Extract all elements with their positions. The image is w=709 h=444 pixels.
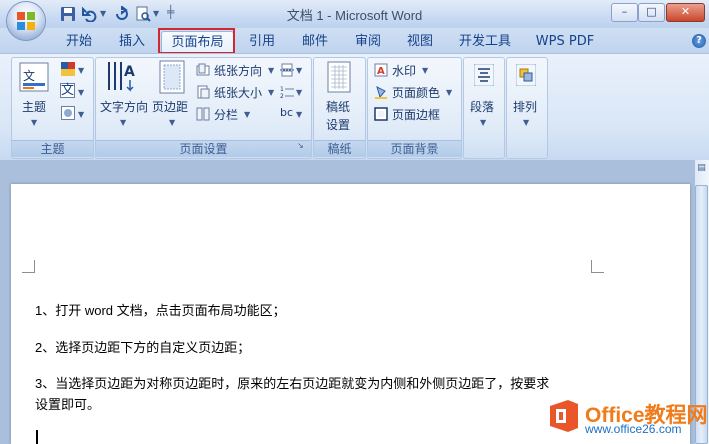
margins-label[interactable]: 页边距: [152, 98, 188, 115]
help-icon[interactable]: ?: [692, 34, 706, 48]
page-setup-group-label: 页面设置: [96, 140, 311, 157]
page-setup-launcher-icon[interactable]: ↘: [297, 141, 304, 150]
columns-label[interactable]: 分栏: [214, 106, 238, 123]
watermark-site-url: www.office26.com: [585, 422, 682, 436]
arrange-dropdown-icon[interactable]: ▼: [523, 118, 529, 127]
maximize-button[interactable]: □: [638, 3, 665, 22]
svg-text:2: 2: [280, 93, 284, 99]
themes-dropdown-icon[interactable]: ▼: [31, 118, 37, 127]
orientation-icon[interactable]: [196, 63, 210, 77]
line-numbers-dropdown-icon[interactable]: ▼: [296, 88, 302, 97]
tab-review[interactable]: 审阅: [346, 31, 390, 53]
watermark-icon[interactable]: A: [374, 63, 388, 77]
theme-colors-icon[interactable]: [61, 62, 75, 76]
margins-icon[interactable]: [159, 60, 185, 94]
svg-text:1: 1: [280, 86, 284, 93]
svg-text:A: A: [124, 64, 135, 80]
theme-fonts-icon[interactable]: 文: [60, 83, 76, 98]
theme-effects-dropdown-icon[interactable]: ▼: [78, 110, 84, 119]
minimize-button[interactable]: –: [611, 3, 638, 22]
office-button[interactable]: [7, 2, 45, 40]
margin-corner-left: [22, 260, 35, 273]
draft-settings-label-1[interactable]: 稿纸: [326, 98, 350, 115]
page-background-group-label: 页面背景: [368, 140, 461, 157]
theme-colors-dropdown-icon[interactable]: ▼: [78, 66, 84, 75]
doc-line-3: 3、当选择页边距为对称页边距时，原来的左右页边距就变为内侧和外侧页边距了，按要求: [35, 376, 550, 391]
svg-text:文: 文: [23, 68, 35, 83]
draft-group-label: 稿纸: [314, 140, 365, 157]
tab-view[interactable]: 视图: [398, 31, 442, 53]
margins-dropdown-icon[interactable]: ▼: [169, 118, 175, 127]
page-color-label[interactable]: 页面颜色: [392, 84, 440, 101]
doc-line-4: 设置即可。: [35, 397, 101, 412]
columns-icon[interactable]: [196, 107, 210, 121]
draft-settings-icon[interactable]: [327, 61, 351, 93]
hyphenation-dropdown-icon[interactable]: ▼: [296, 110, 302, 119]
tab-wps-pdf[interactable]: WPS PDF: [530, 31, 600, 53]
svg-text:A: A: [377, 66, 385, 77]
arrange-label[interactable]: 排列: [513, 98, 537, 115]
page-borders-icon[interactable]: [374, 107, 388, 121]
size-icon[interactable]: [196, 85, 210, 99]
watermark-dropdown-icon[interactable]: ▼: [422, 66, 428, 75]
orientation-dropdown-icon[interactable]: ▼: [268, 66, 274, 75]
text-cursor: [36, 430, 38, 444]
office-logo-icon: [17, 12, 35, 30]
close-button[interactable]: ✕: [666, 3, 705, 22]
paragraph-label[interactable]: 段落: [470, 98, 494, 115]
page-borders-label[interactable]: 页面边框: [392, 106, 440, 123]
breaks-dropdown-icon[interactable]: ▼: [296, 66, 302, 75]
text-direction-icon[interactable]: A: [106, 60, 138, 94]
doc-line-1: 1、打开 word 文档，点击页面布局功能区；: [35, 303, 286, 318]
theme-group-label: 主题: [12, 140, 93, 157]
orientation-label[interactable]: 纸张方向: [214, 62, 262, 79]
breaks-icon[interactable]: [280, 63, 294, 77]
tab-developer[interactable]: 开发工具: [452, 31, 518, 53]
arrange-icon[interactable]: [516, 64, 536, 86]
themes-button-label[interactable]: 主题: [22, 98, 46, 115]
line-numbers-icon[interactable]: 12: [280, 85, 294, 99]
themes-icon[interactable]: 文: [19, 62, 49, 92]
page-color-dropdown-icon[interactable]: ▼: [446, 88, 452, 97]
tab-highlight-box: [158, 28, 235, 54]
paragraph-dropdown-icon[interactable]: ▼: [480, 118, 486, 127]
margin-corner-right: [591, 260, 604, 273]
office-watermark-logo-icon: [550, 400, 578, 432]
tab-references[interactable]: 引用: [240, 31, 284, 53]
size-dropdown-icon[interactable]: ▼: [268, 88, 274, 97]
page-color-icon[interactable]: [374, 85, 388, 99]
tab-mailings[interactable]: 邮件: [293, 31, 337, 53]
columns-dropdown-icon[interactable]: ▼: [244, 110, 250, 119]
doc-line-2: 2、选择页边距下方的自定义页边距；: [35, 340, 251, 355]
ruler-toggle-icon[interactable]: ▤: [695, 163, 708, 183]
tab-insert[interactable]: 插入: [110, 31, 154, 53]
size-label[interactable]: 纸张大小: [214, 84, 262, 101]
hyphenation-icon[interactable]: bc: [280, 106, 293, 119]
text-direction-dropdown-icon[interactable]: ▼: [120, 118, 126, 127]
theme-fonts-dropdown-icon[interactable]: ▼: [78, 88, 84, 97]
watermark-label[interactable]: 水印: [392, 62, 416, 79]
paragraph-icon[interactable]: [474, 64, 494, 86]
window-title: 文档 1 - Microsoft Word: [286, 8, 423, 23]
theme-effects-icon[interactable]: [61, 106, 75, 120]
draft-settings-label-2[interactable]: 设置: [326, 116, 350, 133]
tab-home[interactable]: 开始: [57, 31, 101, 53]
text-direction-label[interactable]: 文字方向: [100, 98, 148, 115]
